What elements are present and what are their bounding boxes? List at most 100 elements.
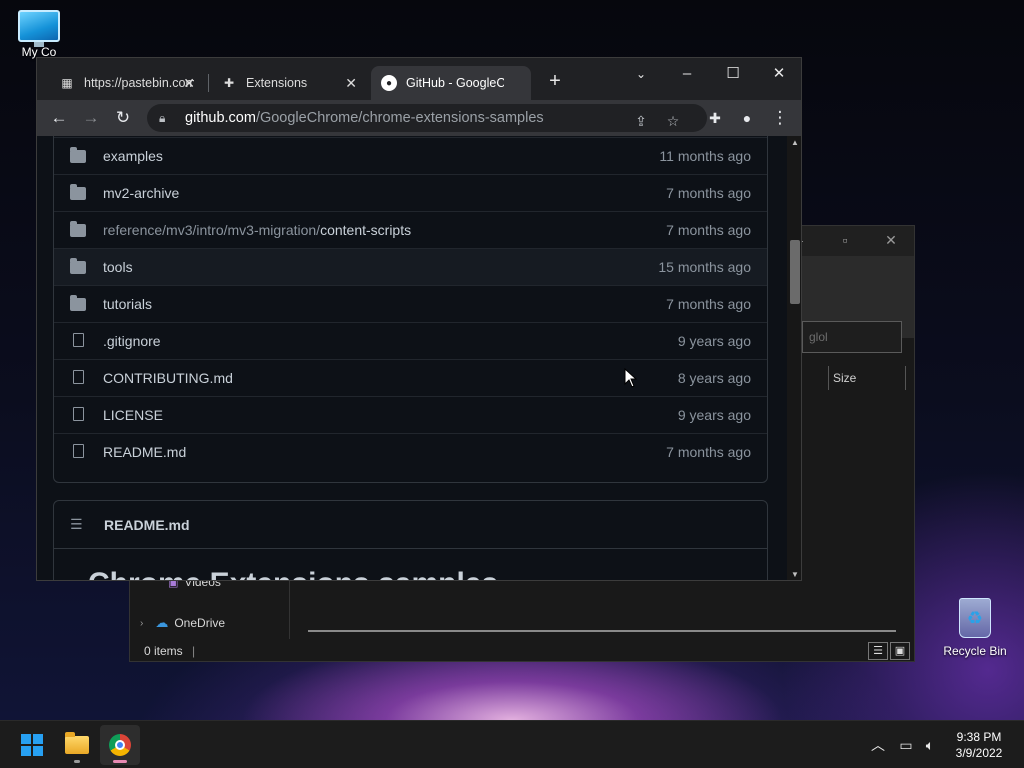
chrome-window[interactable]: ▦ https://pastebin.com ✕ ✚ Extensions ✕ … <box>36 57 802 581</box>
tab-label: GitHub - GoogleChrome <box>406 76 504 90</box>
commit-date[interactable]: 7 months ago <box>666 222 751 238</box>
file-name: tutorials <box>103 296 153 312</box>
details-view-icon[interactable]: ☰ <box>868 642 888 660</box>
tab-github[interactable]: ● GitHub - GoogleChrome <box>371 66 531 100</box>
address-bar[interactable]: 🔒︎ github.com/GoogleChrome/chrome-extens… <box>147 104 707 132</box>
tab-label: https://pastebin.com <box>84 76 194 90</box>
commit-date[interactable]: 9 years ago <box>678 333 751 349</box>
start-button[interactable] <box>12 725 52 765</box>
puzzle-icon: ✚ <box>223 76 235 90</box>
table-row[interactable]: examples 11 months ago <box>54 137 767 174</box>
file-name-link[interactable]: .gitignore <box>103 333 161 349</box>
onedrive-icon: ☁ <box>155 615 169 630</box>
maximize-icon[interactable]: ▫ <box>830 232 860 250</box>
clock-date: 3/9/2022 <box>955 746 1003 760</box>
commit-date[interactable]: 7 months ago <box>666 185 751 201</box>
tab-search-icon[interactable]: ⌄ <box>621 62 661 86</box>
file-name-link[interactable]: examples <box>103 148 163 164</box>
running-indicator <box>74 760 80 763</box>
file-name-link[interactable]: CONTRIBUTING.md <box>103 370 233 386</box>
file-icon <box>70 407 88 423</box>
list-icon[interactable]: ☰ <box>70 516 90 533</box>
tab-extensions[interactable]: ✚ Extensions ✕ <box>211 66 367 100</box>
volume-icon[interactable]: 🔈︎ <box>920 735 940 755</box>
file-icon <box>70 333 88 349</box>
taskbar-file-explorer[interactable] <box>57 725 97 765</box>
horizontal-scrollbar[interactable] <box>308 630 896 632</box>
share-icon[interactable]: ⇪ <box>631 111 651 131</box>
folder-icon <box>70 221 88 238</box>
commit-date[interactable]: 11 months ago <box>659 148 751 164</box>
folder-icon <box>65 732 89 754</box>
explorer-search-input[interactable]: glol <box>802 321 902 353</box>
maximize-icon[interactable]: ☐ <box>713 62 753 86</box>
commit-date[interactable]: 7 months ago <box>666 296 751 312</box>
file-name-link[interactable]: README.md <box>103 444 186 460</box>
commit-date[interactable]: 7 months ago <box>666 444 751 460</box>
scroll-up-icon[interactable]: ▲ <box>790 138 800 147</box>
file-name: CONTRIBUTING.md <box>103 370 233 386</box>
file-name-link[interactable]: tools <box>103 259 133 275</box>
chevron-up-icon[interactable]: ︿ <box>868 735 888 755</box>
system-clock[interactable]: 9:38 PM 3/9/2022 <box>944 729 1014 761</box>
chevron-right-icon[interactable]: › <box>140 618 143 629</box>
taskbar-chrome[interactable] <box>100 725 140 765</box>
readme-panel: ☰ README.md Chrome Extensions samples <box>53 500 768 580</box>
status-bar: 0 items | <box>144 644 195 658</box>
close-tab-icon[interactable]: ✕ <box>183 75 195 92</box>
item-count: 0 items <box>144 644 183 658</box>
commit-date[interactable]: 15 months ago <box>658 259 751 275</box>
extensions-icon[interactable]: ✚ <box>704 107 726 129</box>
commit-date[interactable]: 9 years ago <box>678 407 751 423</box>
network-icon[interactable]: ▭ <box>896 735 916 755</box>
nav-item-onedrive[interactable]: › ☁ OneDrive <box>140 615 225 631</box>
tiles-view-icon[interactable]: ▣ <box>890 642 910 660</box>
profile-icon[interactable]: ● <box>736 107 758 129</box>
desktop-icon-label: Recycle Bin <box>943 644 1007 658</box>
file-name-link[interactable]: mv2-archive <box>103 185 179 201</box>
minimize-icon[interactable]: – <box>667 62 707 86</box>
table-row[interactable]: reference/mv3/intro/mv3-migration/conten… <box>54 211 767 248</box>
vertical-scrollbar[interactable]: ▲ ▼ <box>787 136 801 580</box>
tab-separator <box>208 74 209 92</box>
readme-heading: Chrome Extensions samples <box>88 567 498 580</box>
readme-header: ☰ README.md <box>54 501 767 549</box>
forward-icon[interactable]: → <box>80 107 102 129</box>
menu-icon[interactable]: ⋮ <box>769 107 791 129</box>
table-row[interactable]: .gitignore 9 years ago <box>54 322 767 359</box>
table-row[interactable]: CONTRIBUTING.md 8 years ago <box>54 359 767 396</box>
file-list: examples 11 months ago mv2-archive 7 months… <box>53 136 768 483</box>
file-name: content-scripts <box>320 222 412 238</box>
nav-item-label: OneDrive <box>174 616 226 630</box>
tab-pastebin[interactable]: ▦ https://pastebin.com ✕ <box>49 66 205 100</box>
file-name: mv2-archive <box>103 185 180 201</box>
file-name-link[interactable]: tutorials <box>103 296 152 312</box>
desktop-icon-recycle-bin[interactable]: ♻ Recycle Bin <box>940 598 1010 658</box>
file-name-link[interactable]: LICENSE <box>103 407 163 423</box>
table-row[interactable]: mv2-archive 7 months ago <box>54 174 767 211</box>
table-row[interactable]: LICENSE 9 years ago <box>54 396 767 433</box>
reload-icon[interactable]: ↻ <box>112 107 134 129</box>
new-tab-button[interactable]: + <box>543 69 567 93</box>
close-tab-icon[interactable]: ✕ <box>345 75 357 92</box>
folder-icon <box>70 184 88 201</box>
file-name-link[interactable]: reference/mv3/intro/mv3-migration/conten… <box>103 222 411 238</box>
lock-icon[interactable]: 🔒︎ <box>159 111 175 126</box>
github-icon: ● <box>381 75 397 91</box>
star-icon[interactable]: ☆ <box>663 111 683 131</box>
back-icon[interactable]: ← <box>48 107 70 129</box>
scroll-down-icon[interactable]: ▼ <box>790 570 800 579</box>
pastebin-icon: ▦ <box>61 76 73 90</box>
desktop-icon-this-pc[interactable]: My Co <box>2 10 76 59</box>
close-icon[interactable]: ✕ <box>759 62 799 86</box>
file-name: .gitignore <box>103 333 161 349</box>
table-row[interactable]: tools 15 months ago <box>54 248 767 285</box>
mouse-cursor-icon <box>624 368 638 388</box>
scrollbar-thumb[interactable] <box>790 240 800 304</box>
column-header-size[interactable]: Size <box>828 366 906 390</box>
table-row[interactable]: README.md 7 months ago <box>54 433 767 470</box>
close-icon[interactable]: ✕ <box>876 232 906 250</box>
commit-date[interactable]: 8 years ago <box>678 370 751 386</box>
file-name: tools <box>103 259 133 275</box>
table-row[interactable]: tutorials 7 months ago <box>54 285 767 322</box>
